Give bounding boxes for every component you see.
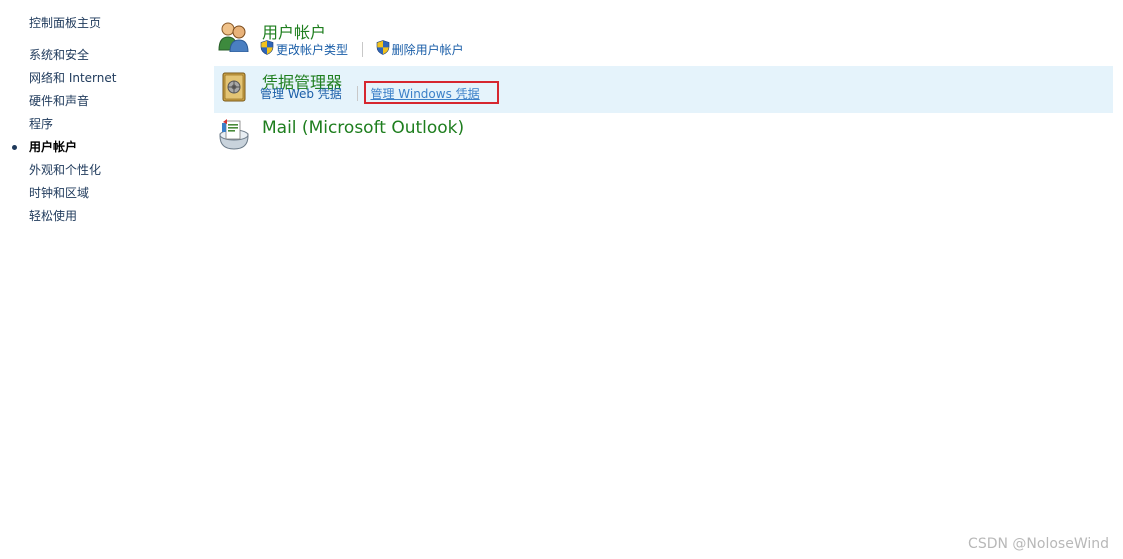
sidebar-home-link[interactable]: 控制面板主页	[29, 14, 101, 31]
sidebar-item-clock-region[interactable]: 时钟和区域	[0, 184, 116, 207]
sidebar-item-appearance[interactable]: 外观和个性化	[0, 161, 116, 184]
sidebar-item-hardware-sound[interactable]: 硬件和声音	[0, 92, 116, 115]
credential-vault-icon[interactable]	[221, 71, 247, 107]
link-separator	[356, 86, 358, 101]
annotation-highlight-box: 管理 Windows 凭据	[364, 81, 499, 104]
users-icon[interactable]	[217, 20, 251, 56]
delete-user-account-link[interactable]: 删除用户帐户	[376, 40, 464, 58]
manage-web-credentials-link[interactable]: 管理 Web 凭据	[260, 85, 342, 102]
watermark: CSDN @NoloseWind	[968, 536, 1109, 552]
change-account-type-label: 更改帐户类型	[276, 42, 349, 57]
category-mail: Mail (Microsoft Outlook)	[214, 114, 1113, 154]
category-links-user-accounts: 更改帐户类型 删除用户帐户	[260, 40, 464, 58]
category-links-credential-manager: 管理 Web 凭据 管理 Windows 凭据	[260, 81, 499, 104]
mail-icon[interactable]	[217, 116, 251, 156]
category-title-mail[interactable]: Mail (Microsoft Outlook)	[262, 118, 464, 138]
sidebar-item-system-security[interactable]: 系统和安全	[0, 46, 116, 69]
change-account-type-link[interactable]: 更改帐户类型	[260, 40, 348, 58]
sidebar-item-user-accounts[interactable]: 用户帐户	[0, 138, 116, 161]
category-credential-manager: 凭据管理器 管理 Web 凭据 管理 Windows 凭据	[214, 66, 1113, 113]
link-separator	[361, 41, 363, 57]
sidebar-item-ease-of-access[interactable]: 轻松使用	[0, 207, 116, 230]
sidebar-item-network-internet[interactable]: 网络和 Internet	[0, 69, 116, 92]
category-user-accounts: 用户帐户 更改帐户类型 删除用户帐户	[214, 14, 1113, 62]
manage-windows-credentials-link[interactable]: 管理 Windows 凭据	[370, 85, 479, 102]
control-panel-window: 控制面板主页 系统和安全 网络和 Internet 硬件和声音 程序 用户帐户 …	[0, 0, 1123, 559]
sidebar: 控制面板主页 系统和安全 网络和 Internet 硬件和声音 程序 用户帐户 …	[0, 0, 200, 559]
delete-user-account-label: 删除用户帐户	[391, 42, 464, 57]
active-bullet-icon	[12, 145, 17, 150]
uac-shield-icon	[260, 40, 274, 58]
uac-shield-icon	[376, 40, 390, 58]
sidebar-nav-list: 系统和安全 网络和 Internet 硬件和声音 程序 用户帐户 外观和个性化 …	[0, 46, 116, 230]
sidebar-item-label: 用户帐户	[29, 140, 78, 154]
sidebar-item-programs[interactable]: 程序	[0, 115, 116, 138]
